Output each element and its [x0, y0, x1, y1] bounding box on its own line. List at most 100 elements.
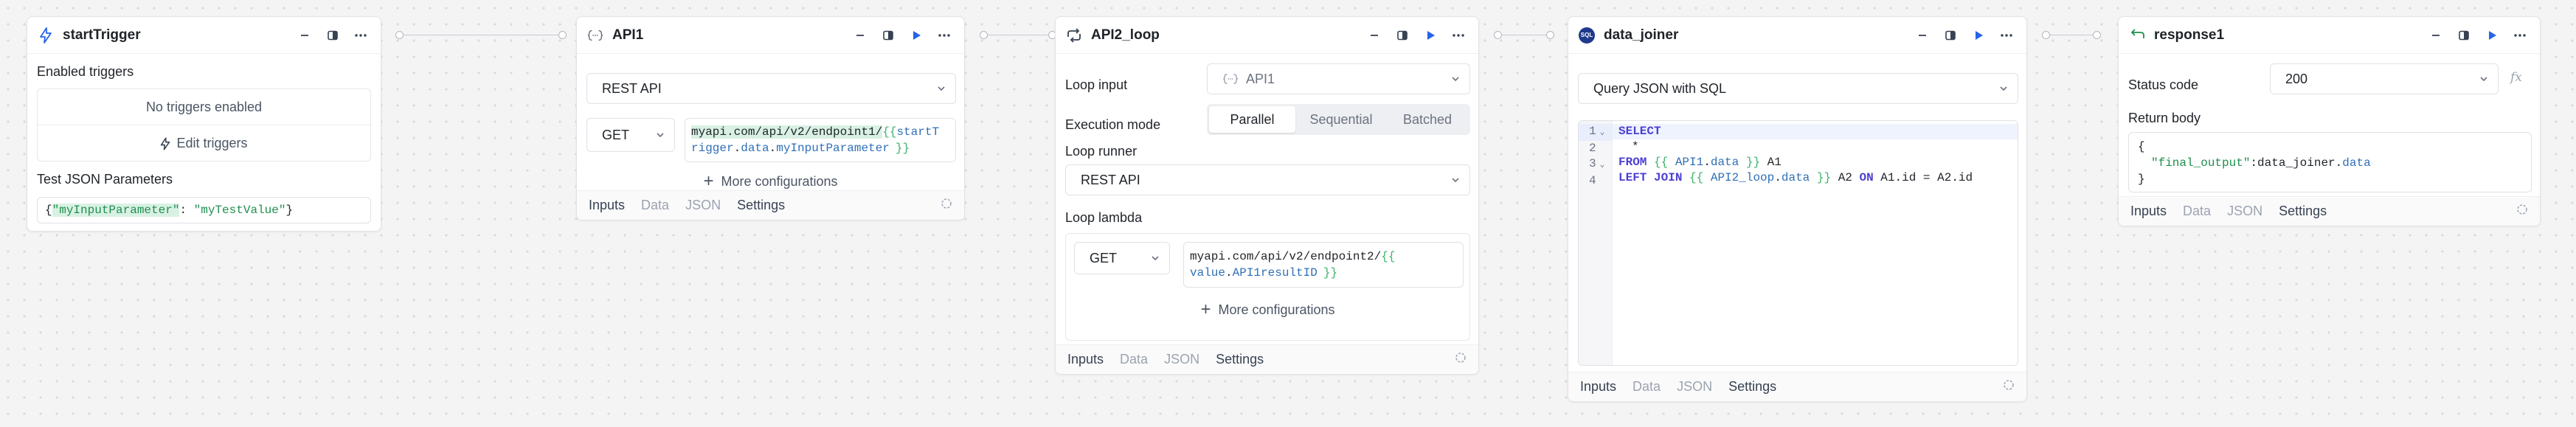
test-json-editor[interactable]: {"myInputParameter": "myTestValue"} [37, 197, 371, 223]
tab-inputs[interactable]: Inputs [1067, 352, 1104, 367]
line-gutter: 1 ⌄ 2 3 ⌄ 4 [1579, 121, 1613, 365]
more-options-icon[interactable] [1997, 26, 2016, 45]
url-input[interactable]: myapi.com/api/v2/endpoint1/{{startT rigg… [685, 118, 956, 162]
minimize-icon[interactable] [295, 26, 314, 45]
json-value: "myTestValue" [193, 204, 286, 217]
more-options-icon[interactable] [935, 26, 954, 45]
node-header: response1 [2119, 17, 2540, 54]
template-open: {{ [1689, 171, 1704, 184]
template-var: API1 [1675, 156, 1704, 169]
run-icon[interactable] [2482, 26, 2501, 45]
template-dot: . [1774, 171, 1782, 184]
sql-badge: SQL [1579, 27, 1595, 44]
method-select[interactable]: GET [1074, 242, 1170, 274]
more-options-icon[interactable] [2510, 26, 2530, 45]
return-body-label: Return body [2128, 111, 2201, 125]
input-handle-data-joiner[interactable] [1546, 31, 1554, 39]
panel-icon[interactable] [323, 26, 342, 45]
input-handle-api1[interactable] [558, 31, 567, 39]
edit-triggers-button[interactable]: Edit triggers [38, 125, 370, 162]
url-template-open: {{ [882, 125, 897, 139]
output-handle-starttrigger[interactable] [395, 31, 404, 39]
json-brace: { [2138, 140, 2145, 153]
run-icon[interactable] [1421, 26, 1440, 45]
tab-inputs[interactable]: Inputs [1580, 379, 1616, 395]
minimize-icon[interactable] [1913, 26, 1932, 45]
json-key: "myInputParameter" [52, 204, 180, 217]
more-configurations-button[interactable]: + More configurations [577, 170, 964, 192]
sql-keyword: FROM [1618, 156, 1647, 169]
loop-input-select[interactable]: API1 [1207, 63, 1470, 94]
method-select[interactable]: GET [586, 118, 675, 152]
sql-condition: A1.id = A2.id [1873, 171, 1973, 184]
return-arrow-icon [2129, 27, 2145, 44]
tab-json[interactable]: JSON [685, 198, 721, 213]
line-number: 2 [1589, 142, 1596, 155]
run-icon[interactable] [1969, 26, 1988, 45]
node-api2-loop[interactable]: API2_loop Loop input API1 Execution mode… [1055, 16, 1479, 375]
output-handle-api2-loop[interactable] [1494, 31, 1502, 39]
tab-json[interactable]: JSON [2227, 204, 2262, 219]
status-code-select[interactable]: 200 [2270, 63, 2499, 94]
url-input[interactable]: myapi.com/api/v2/endpoint2/{{ value.API1… [1183, 242, 1464, 288]
loop-input-label: Loop input [1065, 77, 1128, 92]
url-var: myInputParameter [776, 142, 890, 155]
tab-inputs[interactable]: Inputs [2130, 204, 2167, 219]
loop-input-value: API1 [1246, 71, 1275, 86]
url-var: value [1190, 266, 1226, 280]
tab-settings[interactable]: Settings [1216, 352, 1264, 367]
return-body-editor[interactable]: { "final_output":data_joiner.data } [2128, 132, 2532, 192]
tab-data[interactable]: Data [1632, 379, 1661, 395]
node-api1[interactable]: API1 REST API GET myapi.com/api/v2/endpo… [576, 16, 965, 221]
json-brace: { [45, 204, 52, 217]
api-type-select[interactable]: REST API [586, 73, 956, 104]
panel-icon[interactable] [1393, 26, 1412, 45]
mode-sequential[interactable]: Sequential [1295, 106, 1387, 133]
loop-runner-select[interactable]: REST API [1065, 164, 1470, 195]
panel-icon[interactable] [879, 26, 898, 45]
url-template-open: {{ [1381, 250, 1396, 263]
json-sep: : [2250, 156, 2258, 170]
sql-code: SELECT * FROM {{ API1.data }} A1 LEFT JO… [1613, 121, 2018, 186]
execution-mode-segmented: Parallel Sequential Batched [1207, 104, 1470, 135]
tab-json[interactable]: JSON [1677, 379, 1712, 395]
output-handle-api1[interactable] [980, 31, 988, 39]
tab-data[interactable]: Data [2183, 204, 2211, 219]
code-braces-icon [1223, 74, 1238, 84]
mode-batched[interactable]: Batched [1387, 106, 1468, 133]
query-type-select[interactable]: Query JSON with SQL [1578, 73, 2018, 104]
tab-settings[interactable]: Settings [1728, 379, 1776, 395]
output-handle-data-joiner[interactable] [2042, 31, 2050, 39]
panel-icon[interactable] [2454, 26, 2473, 45]
more-configurations-button[interactable]: + More configurations [1066, 299, 1469, 321]
sql-editor[interactable]: 1 ⌄ 2 3 ⌄ 4 SELECT * FROM {{ API1.data }} … [1578, 120, 2018, 366]
sql-alias: A1 [1760, 156, 1782, 169]
tab-data[interactable]: Data [1120, 352, 1148, 367]
run-icon[interactable] [907, 26, 926, 45]
node-title: data_joiner [1604, 27, 1679, 43]
input-handle-response1[interactable] [2093, 31, 2101, 39]
tab-json[interactable]: JSON [1164, 352, 1199, 367]
template-close: }} [1816, 171, 1832, 184]
panel-icon[interactable] [1941, 26, 1960, 45]
mode-parallel[interactable]: Parallel [1209, 106, 1295, 133]
minimize-icon[interactable] [1365, 26, 1384, 45]
loop-runner-value: REST API [1081, 172, 1140, 187]
node-data-joiner[interactable]: SQL data_joiner Query JSON with SQL 1 ⌄ 2… [1568, 16, 2027, 402]
more-options-icon[interactable] [1449, 26, 1468, 45]
url-dot: . [1225, 266, 1233, 280]
minimize-icon[interactable] [851, 26, 870, 45]
node-start-trigger[interactable]: startTrigger Enabled triggers No trigger… [27, 16, 381, 232]
more-options-icon[interactable] [351, 26, 370, 45]
sql-keyword: SELECT [1618, 125, 1661, 138]
tab-inputs[interactable]: Inputs [589, 198, 625, 213]
tab-settings[interactable]: Settings [2279, 204, 2327, 219]
fx-icon[interactable]: fx [2510, 70, 2522, 85]
node-title: API1 [612, 27, 644, 43]
node-response1[interactable]: response1 Status code 200 fx Return body… [2118, 16, 2541, 226]
tab-settings[interactable]: Settings [737, 198, 785, 213]
node-header: API2_loop [1056, 17, 1478, 54]
minimize-icon[interactable] [2426, 26, 2445, 45]
json-brace: } [285, 204, 294, 217]
tab-data[interactable]: Data [641, 198, 669, 213]
